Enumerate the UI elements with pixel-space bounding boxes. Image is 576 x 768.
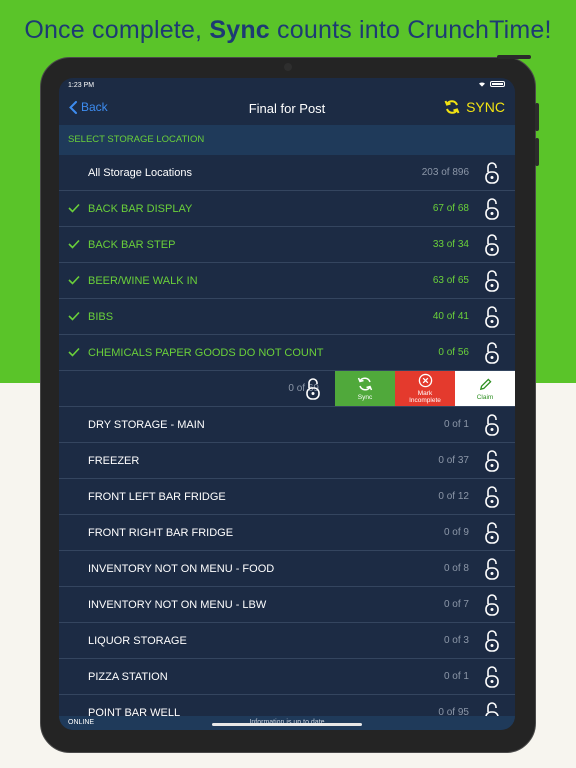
location-name: INVENTORY NOT ON MENU - FOOD [88, 563, 275, 575]
unlocked-lock-icon[interactable] [305, 377, 321, 401]
checkmark-icon [68, 311, 80, 321]
list-item[interactable]: INVENTORY NOT ON MENU - FOOD 0 of 8 [59, 551, 515, 587]
section-header: SELECT STORAGE LOCATION [59, 125, 515, 155]
power-button [497, 55, 531, 59]
status-icons [478, 81, 505, 87]
app-screen: 1:23 PM Back Final for Post SYNC SELECT … [59, 78, 515, 730]
location-count: 0 of 1 [443, 419, 469, 430]
location-name: LIQUOR STORAGE [88, 635, 187, 647]
unlocked-lock-icon[interactable] [484, 557, 500, 581]
location-count: 63 of 65 [432, 275, 469, 286]
unlocked-lock-icon[interactable] [484, 629, 500, 653]
checkmark-icon [68, 347, 80, 357]
unlocked-lock-icon[interactable] [484, 341, 500, 365]
location-count: 203 of 896 [421, 167, 469, 178]
status-bar: 1:23 PM [59, 78, 515, 94]
location-name: BACK BAR STEP [88, 239, 176, 251]
unlocked-lock-icon[interactable] [484, 197, 500, 221]
list-item[interactable]: FREEZER 0 of 37 [59, 443, 515, 479]
claim-button[interactable]: Claim [455, 371, 515, 406]
list-item[interactable]: DRY STORAGE - MAIN 0 of 1 [59, 407, 515, 443]
close-circle-icon [418, 373, 432, 388]
unlocked-lock-icon[interactable] [484, 485, 500, 509]
location-name: All Storage Locations [88, 167, 192, 179]
location-count: 0 of 12 [438, 491, 469, 502]
wifi-icon [479, 82, 485, 87]
unlocked-lock-icon[interactable] [484, 233, 500, 257]
location-count: 0 of 37 [438, 455, 469, 466]
unlocked-lock-icon[interactable] [484, 269, 500, 293]
headline-prefix: Once complete, [24, 16, 210, 44]
unlocked-lock-icon[interactable] [484, 161, 500, 185]
list-item-swiped[interactable]: 0 of 69 Sync Mark Incomplete Claim [59, 371, 515, 407]
unlocked-lock-icon[interactable] [484, 305, 500, 329]
mark-incomplete-label-2: Incomplete [409, 397, 441, 404]
swipe-actions: Sync Mark Incomplete Claim [335, 371, 515, 406]
pencil-icon [479, 378, 491, 390]
mark-incomplete-button[interactable]: Mark Incomplete [395, 371, 455, 406]
checkmark-icon [68, 275, 80, 285]
list-item[interactable]: LIQUOR STORAGE 0 of 3 [59, 623, 515, 659]
unlocked-lock-icon[interactable] [484, 593, 500, 617]
list-item[interactable]: CHEMICALS PAPER GOODS DO NOT COUNT 0 of … [59, 335, 515, 371]
storage-location-list: All Storage Locations 203 of 896 BACK BA… [59, 155, 515, 730]
home-indicator[interactable] [212, 723, 362, 726]
location-name: FRONT LEFT BAR FRIDGE [88, 491, 226, 503]
headline: Once complete, Sync counts into CrunchTi… [0, 16, 576, 45]
unlocked-lock-icon[interactable] [484, 413, 500, 437]
location-name: DRY STORAGE - MAIN [88, 419, 205, 431]
battery-icon [490, 81, 505, 87]
checkmark-icon [68, 203, 80, 213]
claim-label: Claim [476, 393, 494, 401]
location-count: 0 of 3 [443, 635, 469, 646]
location-count: 0 of 1 [443, 671, 469, 682]
list-item[interactable]: INVENTORY NOT ON MENU - LBW 0 of 7 [59, 587, 515, 623]
location-count: 67 of 68 [432, 203, 469, 214]
location-count: 0 of 56 [438, 347, 469, 358]
location-count: 40 of 41 [432, 311, 469, 322]
location-name: CHEMICALS PAPER GOODS DO NOT COUNT [88, 347, 324, 359]
location-count: 33 of 34 [432, 239, 469, 250]
mark-incomplete-label-1: Mark [417, 390, 433, 397]
sync-label: SYNC [466, 99, 505, 115]
unlocked-lock-icon[interactable] [484, 665, 500, 689]
list-item[interactable]: BEER/WINE WALK IN 63 of 65 [59, 263, 515, 299]
sync-button[interactable]: SYNC [444, 99, 505, 115]
headline-bold: Sync [209, 16, 270, 44]
camera [284, 63, 292, 71]
list-item[interactable]: FRONT LEFT BAR FRIDGE 0 of 12 [59, 479, 515, 515]
unlocked-lock-icon[interactable] [484, 521, 500, 545]
nav-bar: Back Final for Post SYNC [59, 94, 515, 125]
list-item[interactable]: FRONT RIGHT BAR FRIDGE 0 of 9 [59, 515, 515, 551]
location-name: BEER/WINE WALK IN [88, 275, 198, 287]
status-time: 1:23 PM [68, 82, 95, 89]
volume-down-button [535, 138, 539, 166]
headline-suffix: counts into CrunchTime! [269, 16, 552, 44]
location-name: BIBS [88, 311, 114, 323]
checkmark-icon [68, 239, 80, 249]
location-name: BACK BAR DISPLAY [88, 203, 193, 215]
sync-icon [357, 377, 373, 391]
location-name: INVENTORY NOT ON MENU - LBW [88, 599, 267, 611]
swipe-sync-label: Sync [357, 394, 373, 401]
list-item[interactable]: All Storage Locations 203 of 896 [59, 155, 515, 191]
list-item[interactable]: BACK BAR STEP 33 of 34 [59, 227, 515, 263]
unlocked-lock-icon[interactable] [484, 449, 500, 473]
location-name: FREEZER [88, 455, 140, 467]
volume-up-button [535, 103, 539, 131]
list-item[interactable]: BACK BAR DISPLAY 67 of 68 [59, 191, 515, 227]
list-item[interactable]: BIBS 40 of 41 [59, 299, 515, 335]
swipe-sync-button[interactable]: Sync [335, 371, 395, 406]
footer-status-bar: ONLINE Information is up to date [59, 716, 515, 730]
list-item[interactable]: PIZZA STATION 0 of 1 [59, 659, 515, 695]
location-count: 0 of 8 [443, 563, 469, 574]
location-name: FRONT RIGHT BAR FRIDGE [88, 527, 234, 539]
location-count: 0 of 9 [443, 527, 469, 538]
location-count: 0 of 7 [443, 599, 469, 610]
sync-icon [444, 100, 460, 114]
location-name: PIZZA STATION [88, 671, 168, 683]
